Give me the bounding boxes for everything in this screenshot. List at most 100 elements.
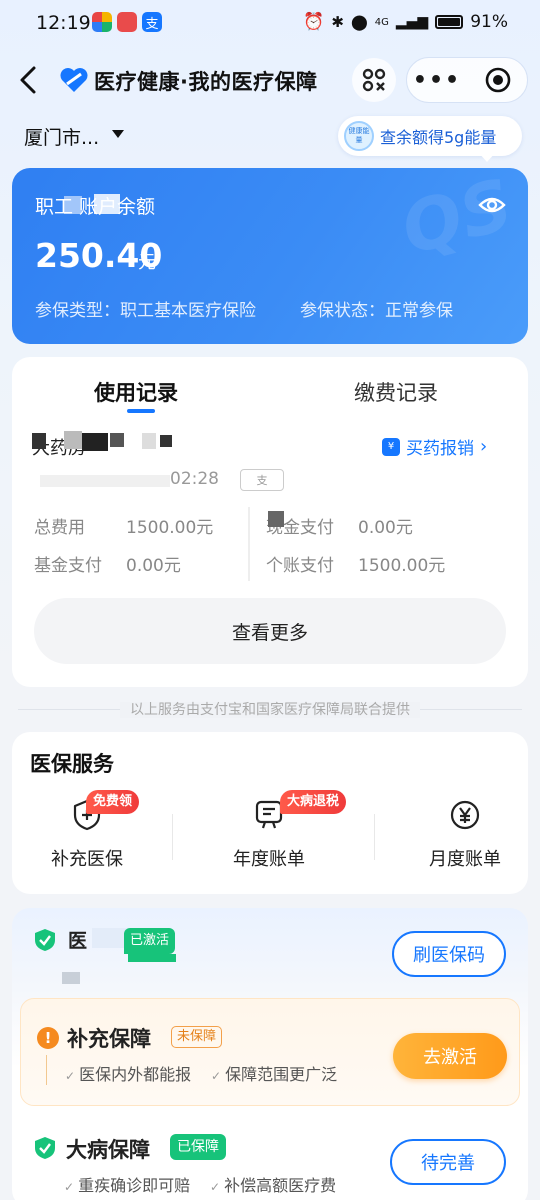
signal-icon: ▂▄▆ bbox=[395, 14, 429, 30]
location-icon: ⬤ bbox=[350, 13, 368, 31]
back-button[interactable] bbox=[14, 62, 46, 98]
redaction-mask bbox=[82, 433, 108, 451]
miniapp-capsule: ••• bbox=[406, 57, 528, 103]
stats-divider bbox=[248, 507, 250, 581]
redaction-mask bbox=[64, 196, 82, 214]
close-button[interactable] bbox=[469, 58, 527, 102]
dropdown-arrow-icon[interactable] bbox=[112, 130, 124, 138]
more-icon: ••• bbox=[412, 67, 462, 93]
service-monthly-bill[interactable]: 月度账单 bbox=[390, 798, 540, 878]
redaction-mask bbox=[40, 475, 170, 487]
medical-qr-button[interactable]: 刷医保码 bbox=[392, 931, 506, 977]
tab-usage-records[interactable]: 使用记录 bbox=[94, 377, 178, 407]
supplementary-coverage[interactable]: ! 补充保障 未保障 ✓ 医保内外都能报 ✓ 保障范围更广泛 去激活 bbox=[20, 998, 520, 1106]
status-right: ⏰ ✱ ⬤ 4G ▂▄▆ 91% bbox=[303, 12, 508, 32]
feature-text: 保障范围更广泛 bbox=[225, 1065, 338, 1084]
check-icon: ✓ bbox=[211, 1069, 222, 1083]
health-energy-icon: 健康能量 bbox=[344, 121, 374, 151]
service-label: 年度账单 bbox=[233, 849, 305, 870]
insurance-name: 医 bbox=[68, 930, 88, 952]
service-tag: 大病退税 bbox=[280, 790, 347, 814]
service-supplementary[interactable]: 补充医保 免费领 bbox=[12, 790, 162, 878]
redaction-mask bbox=[128, 954, 176, 962]
supplementary-title: 补充保障 bbox=[67, 1027, 151, 1051]
energy-tip[interactable]: 健康能量 查余额得5g能量 bbox=[338, 116, 522, 156]
stat-label: 基金支付 bbox=[34, 556, 102, 576]
activated-badge: 已激活 bbox=[124, 928, 176, 954]
stat-value: 0.00元 bbox=[126, 556, 181, 576]
provider-note-text: 以上服务由支付宝和国家医疗保障局联合提供 bbox=[120, 702, 420, 718]
network-label: 4G bbox=[374, 16, 389, 28]
reimburse-label: 买药报销 bbox=[406, 439, 474, 459]
major-illness-title: 大病保障 bbox=[66, 1138, 150, 1162]
services-title: 医保服务 bbox=[30, 752, 114, 776]
feature-text: 补偿高额医疗费 bbox=[224, 1176, 337, 1195]
reimburse-link[interactable]: ¥ 买药报销 › bbox=[382, 434, 487, 459]
close-circle-icon bbox=[485, 67, 511, 93]
check-icon: ✓ bbox=[210, 1180, 221, 1194]
stat-label: 个账支付 bbox=[266, 556, 334, 576]
bluetooth-icon: ✱ bbox=[331, 13, 344, 31]
insurance-status: 参保状态：正常参保 bbox=[300, 301, 453, 321]
service-annual-bill[interactable]: 年度账单 大病退税 bbox=[194, 790, 347, 878]
chevron-right-icon: › bbox=[480, 436, 488, 457]
payment-channel-badge: 支 bbox=[240, 469, 284, 491]
energy-tip-text: 查余额得5g能量 bbox=[380, 128, 497, 147]
complete-info-button[interactable]: 待完善 bbox=[390, 1139, 506, 1185]
insurance-type: 参保类型：职工基本医疗保险 bbox=[35, 301, 256, 321]
view-more-button[interactable]: 查看更多 bbox=[34, 598, 506, 664]
city-selector[interactable]: 厦门市... bbox=[24, 123, 99, 150]
eye-icon bbox=[478, 197, 506, 213]
redaction-mask bbox=[268, 511, 284, 527]
redaction-mask bbox=[32, 433, 46, 449]
stat-value: 1500.00元 bbox=[358, 556, 446, 576]
balance-card[interactable]: QS 职工 账户余额 250.40 元 参保类型：职工基本医疗保险 参保状态：正… bbox=[12, 168, 528, 344]
check-icon: ✓ bbox=[64, 1180, 75, 1194]
stat-label: 总费用 bbox=[34, 518, 85, 538]
page-title: 医疗健康·我的医疗保障 bbox=[94, 70, 318, 94]
services-card: 医保服务 补充医保 免费领 年度账单 大病退税 月度账单 bbox=[12, 732, 528, 894]
redaction-mask bbox=[64, 431, 82, 449]
divider bbox=[374, 814, 375, 860]
app-notification-icon bbox=[92, 12, 112, 32]
redaction-mask bbox=[142, 433, 156, 449]
feature-item: ✓ 保障范围更广泛 bbox=[211, 1061, 337, 1085]
records-card: 使用记录 缴费记录 大药房 ¥ 买药报销 › 02:28 支 总费用 1500.… bbox=[12, 357, 528, 687]
redaction-mask bbox=[110, 433, 124, 447]
divider bbox=[172, 814, 173, 860]
insurance-card: 医 已激活 刷医保码 ! 补充保障 未保障 ✓ 医保内外都能报 ✓ 保障范围更广泛 … bbox=[12, 908, 528, 1200]
provider-note: 以上服务由支付宝和国家医疗保障局联合提供 bbox=[0, 699, 540, 719]
scan-button[interactable] bbox=[352, 58, 396, 102]
shield-check-icon bbox=[35, 1137, 55, 1159]
ensured-tag: 已保障 bbox=[170, 1134, 226, 1160]
battery-icon bbox=[435, 15, 464, 29]
alipay-icon: 支 bbox=[142, 12, 162, 32]
alarm-icon: ⏰ bbox=[303, 12, 325, 32]
record-time: 02:28 bbox=[170, 469, 219, 489]
active-tab-indicator bbox=[127, 409, 155, 413]
yen-receipt-icon: ¥ bbox=[382, 437, 400, 456]
more-button[interactable]: ••• bbox=[407, 58, 467, 102]
activate-button[interactable]: 去激活 bbox=[393, 1033, 507, 1079]
notification-icons: 支 bbox=[92, 12, 162, 32]
status-bar: 12:19 支 ⏰ ✱ ⬤ 4G ▂▄▆ 91% bbox=[0, 0, 540, 46]
feature-text: 医保内外都能报 bbox=[79, 1065, 192, 1084]
redaction-mask bbox=[62, 972, 80, 984]
feature-item: ✓ 医保内外都能报 bbox=[65, 1061, 191, 1085]
tab-payment-records[interactable]: 缴费记录 bbox=[354, 377, 438, 407]
card-watermark: QS bbox=[393, 168, 521, 271]
redaction-mask bbox=[160, 435, 172, 447]
redaction-mask bbox=[94, 194, 120, 214]
battery-level: 91% bbox=[470, 12, 508, 32]
feature-text: 重疾确诊即可赔 bbox=[78, 1176, 191, 1195]
toggle-visibility-button[interactable] bbox=[478, 193, 506, 217]
app-notification-icon bbox=[117, 12, 137, 32]
warning-icon: ! bbox=[37, 1027, 59, 1049]
status-time: 12:19 bbox=[36, 12, 91, 34]
check-icon: ✓ bbox=[65, 1069, 76, 1083]
chevron-left-icon bbox=[20, 66, 36, 94]
shield-check-icon bbox=[35, 929, 55, 951]
scan-icon bbox=[362, 68, 386, 92]
service-label: 月度账单 bbox=[429, 849, 501, 870]
service-label: 补充医保 bbox=[51, 849, 123, 870]
